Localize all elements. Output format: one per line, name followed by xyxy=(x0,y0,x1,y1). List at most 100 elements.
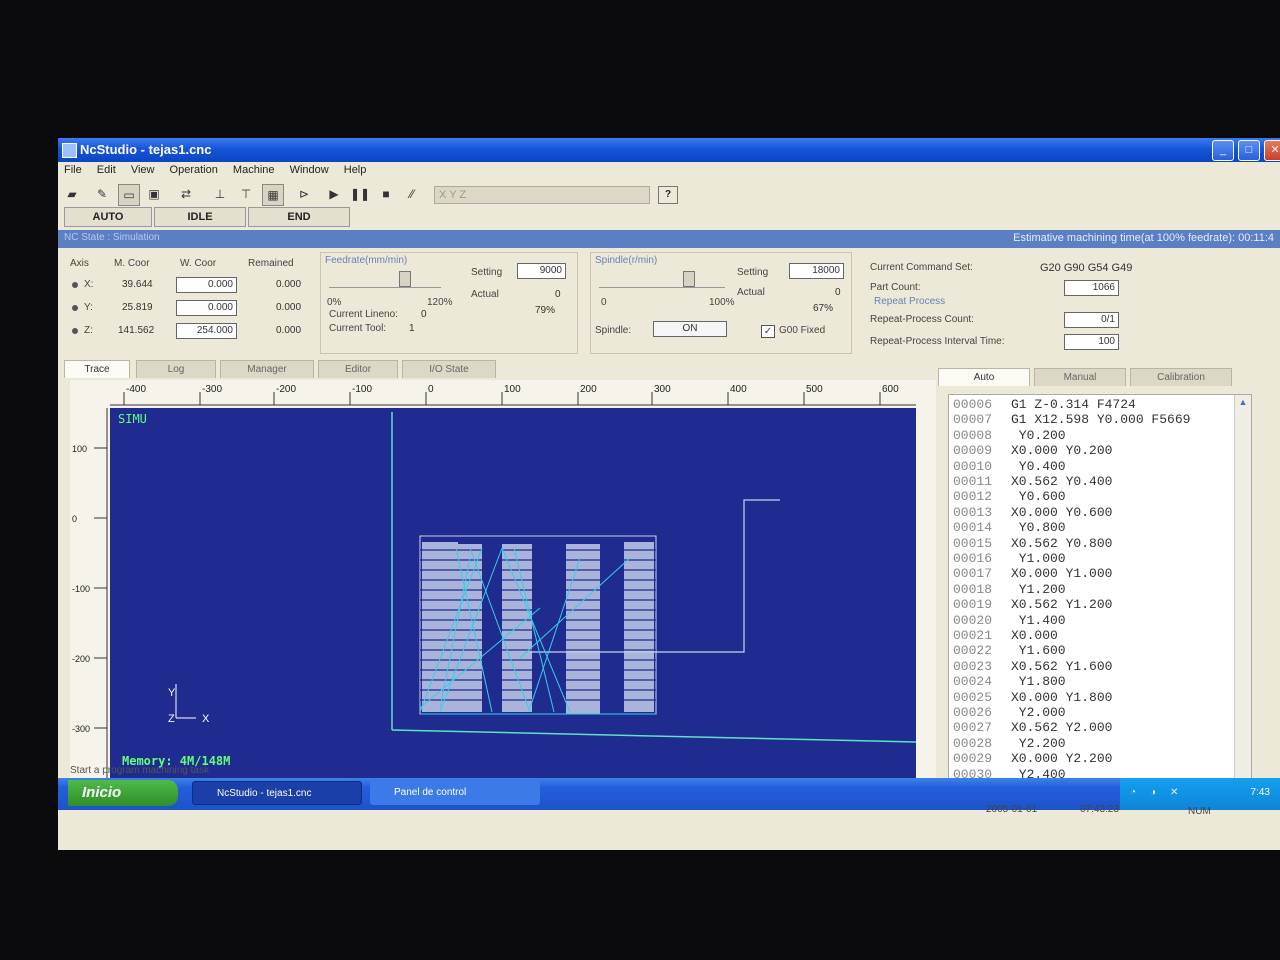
gcode-line[interactable]: 00017 X0.000 Y1.000 xyxy=(953,566,1112,581)
volume-icon[interactable]: ◑ xyxy=(1150,787,1156,798)
tab-calibration[interactable]: Calibration xyxy=(1130,368,1232,386)
edit-icon[interactable]: ✎ xyxy=(92,184,112,204)
gcode-line-text: X0.000 Y1.800 xyxy=(1011,689,1113,705)
feedrate-setting-field[interactable]: 9000 xyxy=(517,263,566,279)
screen-icon[interactable]: ▭ xyxy=(118,184,140,206)
gcode-line[interactable]: 00021 X0.000 xyxy=(953,628,1058,643)
g00-fixed-checkbox[interactable]: ✓ xyxy=(761,325,775,338)
gcode-line-number: 00020 xyxy=(953,612,993,628)
menu-machine[interactable]: Machine xyxy=(227,162,281,178)
part-count-field[interactable]: 1066 xyxy=(1064,280,1119,296)
scroll-up-icon[interactable]: ▲ xyxy=(1237,397,1249,409)
gcode-line[interactable]: 00016 Y1.000 xyxy=(953,551,1066,566)
gcode-line[interactable]: 00023 X0.562 Y1.600 xyxy=(953,659,1112,674)
menu-operation[interactable]: Operation xyxy=(164,162,224,178)
gcode-line[interactable]: 00014 Y0.800 xyxy=(953,520,1066,535)
tab-editor[interactable]: Editor xyxy=(318,360,398,378)
gcode-line[interactable]: 00008 Y0.200 xyxy=(953,428,1066,443)
gcode-line[interactable]: 00015 X0.562 Y0.800 xyxy=(953,536,1112,551)
spindle-setting-field[interactable]: 18000 xyxy=(789,263,844,279)
z-wcoor-field[interactable]: 254.000 xyxy=(176,323,237,339)
simulation-view[interactable]: SIMU Y Z X Memory: 4M/148M xyxy=(110,408,916,780)
spindle-min: 0 xyxy=(601,297,607,308)
interval-field[interactable]: 100 xyxy=(1064,334,1119,350)
gcode-line-text: Y1.600 xyxy=(1011,643,1066,659)
task-panel-control[interactable]: Panel de control xyxy=(370,781,540,805)
gcode-line[interactable]: 00010 Y0.400 xyxy=(953,459,1066,474)
open-folder-icon[interactable]: ▰ xyxy=(62,184,82,204)
x-wcoor-field[interactable]: 0.000 xyxy=(176,277,237,293)
x-axis-dot xyxy=(72,282,78,288)
gcode-line[interactable]: 00007 G1 X12.598 Y0.000 F5669 xyxy=(953,412,1190,427)
gcode-line[interactable]: 00025 X0.000 Y1.800 xyxy=(953,690,1112,705)
gcode-line[interactable]: 00022 Y1.600 xyxy=(953,643,1066,658)
gcode-line-number: 00025 xyxy=(953,689,993,705)
close-button[interactable]: ✕ xyxy=(1264,140,1280,161)
gcode-line[interactable]: 00019 X0.562 Y1.200 xyxy=(953,597,1112,612)
ruler-label: 400 xyxy=(730,384,747,395)
start-button[interactable]: Inicio xyxy=(68,780,178,806)
gcode-line[interactable]: 00011 X0.562 Y0.400 xyxy=(953,474,1112,489)
step-icon[interactable]: ⊳ xyxy=(294,184,314,204)
menu-file[interactable]: File xyxy=(58,162,88,178)
gcode-line[interactable]: 00013 X0.000 Y0.600 xyxy=(953,505,1112,520)
wcoor-header: W. Coor xyxy=(180,258,217,269)
feedrate-slider-thumb[interactable] xyxy=(399,271,411,287)
maximize-button[interactable]: □ xyxy=(1238,140,1260,161)
pause-icon[interactable]: ❚❚ xyxy=(350,184,370,204)
scale-icon[interactable]: ⇄ xyxy=(176,184,196,204)
spindle-slider-thumb[interactable] xyxy=(683,271,695,287)
menu-edit[interactable]: Edit xyxy=(91,162,122,178)
gcode-line[interactable]: 00006 G1 Z-0.314 F4724 xyxy=(953,397,1136,412)
y-wcoor-field[interactable]: 0.000 xyxy=(176,300,237,316)
reset-icon[interactable]: ⁄⁄ xyxy=(402,184,422,204)
repeat-count-field[interactable]: 0/1 xyxy=(1064,312,1119,328)
tab-auto[interactable]: Auto xyxy=(938,368,1030,386)
auto-mode[interactable]: AUTO xyxy=(64,207,152,227)
gcode-line[interactable]: 00028 Y2.200 xyxy=(953,736,1066,751)
tab-manager[interactable]: Manager xyxy=(220,360,314,378)
current-line-label: Current Lineno: xyxy=(329,309,398,320)
feedrate-slider[interactable] xyxy=(329,271,441,288)
gcode-line-text: G1 Z-0.314 F4724 xyxy=(1011,397,1136,412)
gcode-line-text: Y1.400 xyxy=(1011,612,1066,628)
tab-manual[interactable]: Manual xyxy=(1034,368,1126,386)
ruler-label: -400 xyxy=(126,384,146,395)
gcode-listing[interactable]: 00006 G1 Z-0.314 F4724 00007 G1 X12.598 Y0.… xyxy=(948,394,1252,792)
gcode-line-number: 00028 xyxy=(953,735,993,751)
top-ruler: -400 -300 -200 -100 0 100 200 300 400 50… xyxy=(110,384,916,406)
gcode-line-number: 00012 xyxy=(953,489,993,505)
axis-display-field[interactable]: X Y Z xyxy=(434,186,650,204)
minimize-button[interactable]: _ xyxy=(1212,140,1234,161)
spindle-on-button[interactable]: ON xyxy=(653,321,727,337)
gcode-line[interactable]: 00026 Y2.000 xyxy=(953,705,1066,720)
gcode-line[interactable]: 00018 Y1.200 xyxy=(953,582,1066,597)
network-icon[interactable]: ◔ xyxy=(1130,787,1136,798)
menu-help[interactable]: Help xyxy=(338,162,373,178)
tool-down-icon[interactable]: ⊤ xyxy=(236,184,256,204)
monitor-icon[interactable]: ▣ xyxy=(144,184,164,204)
gcode-line[interactable]: 00027 X0.562 Y2.000 xyxy=(953,720,1112,735)
gcode-line-number: 00018 xyxy=(953,581,993,597)
task-ncstudio[interactable]: NcStudio - tejas1.cnc xyxy=(192,781,362,805)
simulate-icon[interactable]: ▦ xyxy=(262,184,284,206)
help-button[interactable]: ? xyxy=(658,186,678,204)
gcode-line[interactable]: 00029 X0.000 Y2.200 xyxy=(953,751,1112,766)
gcode-line[interactable]: 00009 X0.000 Y0.200 xyxy=(953,443,1112,458)
menu-window[interactable]: Window xyxy=(284,162,335,178)
gcode-scrollbar[interactable]: ▲ ▼ xyxy=(1234,395,1251,791)
ruler-label: -300 xyxy=(202,384,222,395)
gcode-line[interactable]: 00024 Y1.800 xyxy=(953,674,1066,689)
tab-io-state[interactable]: I/O State xyxy=(402,360,496,378)
tab-trace[interactable]: Trace xyxy=(64,360,130,378)
menu-view[interactable]: View xyxy=(125,162,161,178)
tool-up-icon[interactable]: ⊥ xyxy=(210,184,230,204)
left-ruler: 100 0 -100 -200 -300 xyxy=(72,408,108,780)
tab-log[interactable]: Log xyxy=(136,360,216,378)
gcode-line[interactable]: 00020 Y1.400 xyxy=(953,613,1066,628)
spindle-slider[interactable] xyxy=(599,271,725,288)
play-icon[interactable]: ▶ xyxy=(324,184,344,204)
stop-icon[interactable]: ■ xyxy=(376,184,396,204)
gcode-line[interactable]: 00012 Y0.600 xyxy=(953,489,1066,504)
tools-icon[interactable]: ✕ xyxy=(1170,787,1178,798)
